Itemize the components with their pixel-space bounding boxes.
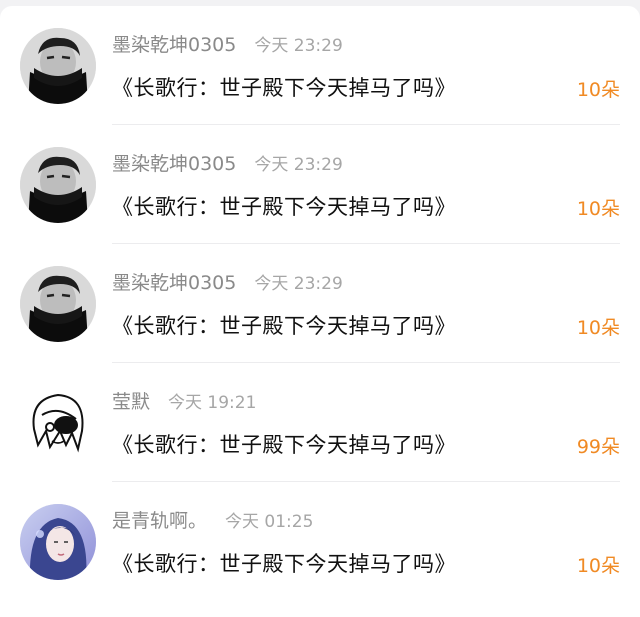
blue-haired-girl-avatar-icon <box>20 504 96 580</box>
timestamp: 今天 23:29 <box>254 273 343 294</box>
avatar[interactable] <box>20 147 96 223</box>
flower-count: 10朵 <box>576 79 620 101</box>
masked-man-avatar-icon <box>20 266 96 342</box>
comment-row[interactable]: 墨染乾坤0305 今天 23:29 《长歌行：世子殿下今天掉马了吗》 10朵 <box>0 125 640 244</box>
flower-count: 10朵 <box>576 555 620 577</box>
flower-count: 99朵 <box>576 436 620 458</box>
timestamp: 今天 23:29 <box>254 154 343 175</box>
comment-row[interactable]: 墨染乾坤0305 今天 23:29 《长歌行：世子殿下今天掉马了吗》 10朵 <box>0 244 640 363</box>
flower-count: 10朵 <box>576 317 620 339</box>
masked-man-avatar-icon <box>20 147 96 223</box>
comment-row[interactable]: 墨染乾坤0305 今天 23:29 《长歌行：世子殿下今天掉马了吗》 10朵 <box>0 6 640 125</box>
username[interactable]: 莹默 <box>112 387 150 414</box>
username[interactable]: 墨染乾坤0305 <box>112 30 236 57</box>
book-title[interactable]: 《长歌行：世子殿下今天掉马了吗》 <box>112 429 456 459</box>
masked-man-avatar-icon <box>20 28 96 104</box>
avatar[interactable] <box>20 504 96 580</box>
book-title[interactable]: 《长歌行：世子殿下今天掉马了吗》 <box>112 310 456 340</box>
timestamp: 今天 23:29 <box>254 35 343 56</box>
comment-list: 墨染乾坤0305 今天 23:29 《长歌行：世子殿下今天掉马了吗》 10朵 墨… <box>0 6 640 617</box>
avatar[interactable] <box>20 385 96 461</box>
username[interactable]: 墨染乾坤0305 <box>112 149 236 176</box>
username[interactable]: 是青轨啊。 <box>112 506 207 533</box>
book-title[interactable]: 《长歌行：世子殿下今天掉马了吗》 <box>112 548 456 578</box>
avatar[interactable] <box>20 266 96 342</box>
comment-row[interactable]: 是青轨啊。 今天 01:25 《长歌行：世子殿下今天掉马了吗》 10朵 <box>0 482 640 601</box>
avatar[interactable] <box>20 28 96 104</box>
flower-count: 10朵 <box>576 198 620 220</box>
anime-girl-sketch-avatar-icon <box>20 385 96 461</box>
book-title[interactable]: 《长歌行：世子殿下今天掉马了吗》 <box>112 191 456 221</box>
timestamp: 今天 19:21 <box>168 392 257 413</box>
comment-row[interactable]: 莹默 今天 19:21 《长歌行：世子殿下今天掉马了吗》 99朵 <box>0 363 640 482</box>
username[interactable]: 墨染乾坤0305 <box>112 268 236 295</box>
timestamp: 今天 01:25 <box>225 511 314 532</box>
book-title[interactable]: 《长歌行：世子殿下今天掉马了吗》 <box>112 72 456 102</box>
